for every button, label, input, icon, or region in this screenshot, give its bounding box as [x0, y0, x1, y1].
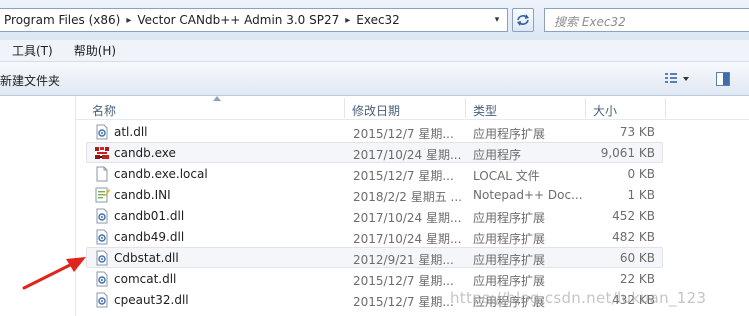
file-type: 应用程序扩展 — [473, 274, 546, 288]
address-bar[interactable]: Program Files (x86) ▸ Vector CANdb++ Adm… — [0, 8, 508, 32]
file-name: comcat.dll — [114, 272, 177, 286]
menu-bar: 工具(T) 帮助(H) — [0, 40, 749, 62]
file-type: 应用程序扩展 — [473, 253, 546, 267]
breadcrumb-separator-icon[interactable]: ▸ — [344, 15, 351, 26]
preview-pane-icon[interactable] — [716, 72, 730, 86]
file-size: 452 KB — [612, 209, 655, 223]
file-size: 0 KB — [627, 167, 655, 181]
exe-icon — [95, 147, 109, 159]
file-type: 应用程序 — [473, 148, 522, 162]
file-size: 73 KB — [619, 125, 655, 139]
refresh-button[interactable] — [512, 8, 534, 32]
breadcrumb-exec32[interactable]: Exec32 — [351, 13, 405, 27]
address-dropdown-icon[interactable]: ▾ — [489, 12, 505, 28]
ini-icon — [95, 187, 110, 203]
breadcrumb-vector-candb[interactable]: Vector CANdb++ Admin 3.0 SP27 — [132, 13, 344, 27]
file-name: atl.dll — [114, 125, 148, 139]
annotation-arrow-icon — [22, 257, 86, 290]
file-size: 482 KB — [612, 230, 655, 244]
file-size: 22 KB — [619, 272, 655, 286]
file-name: candb.exe.local — [114, 167, 208, 181]
file-date: 2018/2/2 星期五 ... — [353, 190, 462, 204]
view-options-icon[interactable] — [664, 72, 692, 86]
file-row[interactable]: Cdbstat.dll 2012/9/21 星期... 应用程序扩展 60 KB — [86, 247, 663, 268]
file-type: 应用程序扩展 — [473, 232, 546, 246]
file-type: Notepad++ Doc... — [473, 188, 583, 202]
menu-tools[interactable]: 工具(T) — [0, 42, 53, 59]
file-name: candb01.dll — [114, 209, 185, 223]
column-divider[interactable] — [465, 98, 466, 118]
file-list: atl.dll 2015/12/7 星期... 应用程序扩展 73 KB can… — [86, 121, 666, 310]
file-size: 60 KB — [619, 251, 655, 265]
column-header: 名称 修改日期 类型 大小 — [76, 96, 749, 120]
file-row[interactable]: candb.exe.local 2015/12/7 星期... LOCAL 文件… — [86, 163, 663, 184]
file-name: candb.INI — [114, 188, 171, 202]
column-size[interactable]: 大小 — [593, 102, 617, 119]
breadcrumb-program-files[interactable]: Program Files (x86) — [0, 13, 125, 27]
file-date: 2015/12/7 星期... — [353, 295, 454, 309]
column-date[interactable]: 修改日期 — [352, 102, 400, 119]
file-name: Cdbstat.dll — [114, 251, 179, 265]
file-name: cpeaut32.dll — [114, 293, 189, 307]
file-date: 2017/10/24 星期... — [353, 211, 462, 225]
file-type: 应用程序扩展 — [473, 211, 546, 225]
watermark: https://blog.csdn.net/lukuan_123 — [450, 289, 707, 307]
file-date: 2012/9/21 星期... — [353, 253, 454, 267]
file-row[interactable]: candb.exe 2017/10/24 星期... 应用程序 9,061 KB — [86, 142, 663, 163]
column-divider[interactable] — [344, 98, 345, 118]
refresh-icon — [517, 14, 529, 26]
dll-icon — [96, 124, 108, 140]
file-date: 2015/12/7 星期... — [353, 127, 454, 141]
address-bar-area: Program Files (x86) ▸ Vector CANdb++ Adm… — [0, 0, 749, 40]
file-row[interactable]: atl.dll 2015/12/7 星期... 应用程序扩展 73 KB — [86, 121, 663, 142]
dll-icon — [96, 292, 108, 308]
file-type: 应用程序扩展 — [473, 127, 546, 141]
dll-icon — [96, 208, 108, 224]
breadcrumb-separator-icon[interactable]: ▸ — [125, 15, 132, 26]
dll-icon — [96, 250, 108, 266]
dll-icon — [96, 271, 108, 287]
file-size: 1 KB — [627, 188, 655, 202]
sort-ascending-icon — [213, 96, 221, 101]
file-row[interactable]: candb49.dll 2017/10/24 星期... 应用程序扩展 482 … — [86, 226, 663, 247]
dll-icon — [96, 229, 108, 245]
file-icon — [96, 166, 108, 182]
file-row[interactable]: comcat.dll 2015/12/7 星期... 应用程序扩展 22 KB — [86, 268, 663, 289]
column-divider[interactable] — [665, 98, 666, 118]
file-name: candb.exe — [114, 146, 176, 160]
menu-help[interactable]: 帮助(H) — [53, 42, 116, 59]
file-size: 9,061 KB — [600, 146, 655, 160]
file-type: LOCAL 文件 — [473, 169, 540, 183]
new-folder-button[interactable]: 新建文件夹 — [0, 72, 60, 89]
file-date: 2017/10/24 星期... — [353, 232, 462, 246]
file-row[interactable]: candb.INI 2018/2/2 星期五 ... Notepad++ Doc… — [86, 184, 663, 205]
file-name: candb49.dll — [114, 230, 185, 244]
file-date: 2015/12/7 星期... — [353, 274, 454, 288]
column-name[interactable]: 名称 — [92, 102, 116, 119]
file-date: 2017/10/24 星期... — [353, 148, 462, 162]
file-row[interactable]: candb01.dll 2017/10/24 星期... 应用程序扩展 452 … — [86, 205, 663, 226]
search-input[interactable]: 搜索 Exec32 — [544, 8, 749, 32]
column-type[interactable]: 类型 — [473, 102, 497, 119]
file-date: 2015/12/7 星期... — [353, 169, 454, 183]
toolbar: 新建文件夹 — [0, 62, 749, 96]
column-divider[interactable] — [585, 98, 586, 118]
